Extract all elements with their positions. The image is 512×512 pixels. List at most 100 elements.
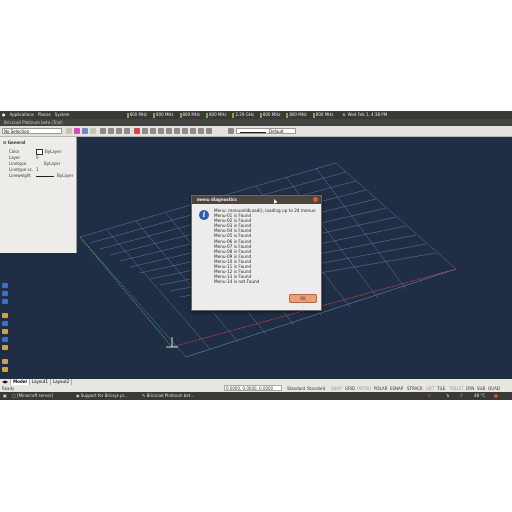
tool-icon[interactable] bbox=[182, 128, 188, 134]
status-snap[interactable]: SNAP bbox=[331, 385, 342, 392]
cpu-monitor: 800 MHz bbox=[203, 111, 229, 119]
status-ortho[interactable]: ORTHO bbox=[357, 385, 371, 392]
property-value[interactable]: 1 bbox=[36, 167, 39, 172]
tool-icon[interactable] bbox=[150, 128, 156, 134]
cpu-monitor: 800 MHz bbox=[310, 111, 336, 119]
layer-icon[interactable] bbox=[90, 128, 96, 134]
close-icon[interactable] bbox=[313, 197, 318, 202]
cpu-monitor: 800 MHz bbox=[177, 111, 203, 119]
property-value: ByLayer bbox=[57, 173, 74, 178]
property-label: Color bbox=[9, 149, 20, 154]
status-esnap[interactable]: ESNAP bbox=[390, 385, 403, 392]
show-desktop-icon[interactable]: ▣ bbox=[3, 392, 7, 400]
tool-icon[interactable] bbox=[206, 128, 212, 134]
cpu-monitor: 800 MHz bbox=[150, 111, 176, 119]
selection-dropdown[interactable]: No Selection bbox=[2, 128, 62, 134]
cpu-freq: 800 MHz bbox=[182, 112, 200, 117]
menu-system[interactable]: System bbox=[53, 111, 72, 119]
system-top-panel: ● Applications Places System 800 MHz 800… bbox=[0, 111, 512, 119]
lineweight-dropdown[interactable]: Default bbox=[236, 128, 296, 134]
tool-icon[interactable] bbox=[2, 367, 8, 372]
main-toolbar: No Selection Default bbox=[0, 126, 512, 137]
tool-icon[interactable] bbox=[198, 128, 204, 134]
status-dimstyle[interactable]: Standard bbox=[307, 385, 325, 392]
tool-icon[interactable] bbox=[2, 291, 8, 296]
cpu-monitor: 800 MHz bbox=[283, 111, 309, 119]
bottom-taskbar: ▣ ▢ [Minecraft server] ◉ Support for Bri… bbox=[0, 392, 512, 400]
y-axis-line bbox=[79, 236, 173, 348]
tool-icon[interactable] bbox=[2, 329, 8, 334]
task-minecraft-server[interactable]: ▢ [Minecraft server] bbox=[12, 392, 53, 400]
menu-places[interactable]: Places bbox=[36, 111, 53, 119]
lineweight-icon[interactable] bbox=[228, 128, 234, 134]
tool-icon[interactable] bbox=[2, 345, 8, 350]
cpu-freq: 2.29 GHz bbox=[235, 112, 254, 117]
tool-icon[interactable] bbox=[142, 128, 148, 134]
tool-icon[interactable] bbox=[190, 128, 196, 134]
status-tile[interactable]: TILE bbox=[437, 385, 445, 392]
wifi-icon[interactable]: ≋ bbox=[336, 111, 345, 119]
tool-icon[interactable] bbox=[108, 128, 114, 134]
ubuntu-logo-icon[interactable]: ● bbox=[0, 111, 8, 119]
task-label: [Minecraft server] bbox=[17, 393, 53, 398]
status-tablet[interactable]: TABLET bbox=[449, 385, 464, 392]
tool-icon[interactable] bbox=[166, 128, 172, 134]
status-lwt[interactable]: LWT bbox=[426, 385, 434, 392]
volume-icon[interactable]: ♪ bbox=[460, 392, 463, 400]
task-label: Bricscad Platinum bet... bbox=[146, 393, 195, 398]
temperature: 48 °C bbox=[474, 393, 486, 398]
property-label: Linetype sc. bbox=[9, 167, 34, 172]
tool-icon[interactable] bbox=[2, 299, 8, 304]
status-textstyle[interactable]: Standard bbox=[287, 385, 305, 392]
menu-diagnostics-dialog: menu diagnostics i Menu: menuonIdLoad(),… bbox=[191, 195, 322, 311]
status-dyn[interactable]: DYN bbox=[466, 385, 474, 392]
tool-icon[interactable] bbox=[116, 128, 122, 134]
task-support-bricsys[interactable]: ◉ Support for Bricsys pr... bbox=[76, 392, 128, 400]
tool-icon[interactable] bbox=[2, 337, 8, 342]
property-label: Linetype bbox=[9, 161, 27, 166]
status-grid[interactable]: GRID bbox=[345, 385, 355, 392]
menu-applications[interactable]: Applications bbox=[8, 111, 36, 119]
property-value-lineweight[interactable]: ByLayer bbox=[36, 173, 73, 178]
property-value[interactable]: 0 bbox=[36, 155, 39, 160]
properties-panel: ⊟ General Color ByLayer Layer 0 Linetype… bbox=[0, 137, 77, 253]
property-value-color[interactable]: ByLayer bbox=[36, 149, 61, 155]
left-toolbar bbox=[0, 281, 10, 381]
tool-icon[interactable] bbox=[2, 321, 8, 326]
blue-tool-icon[interactable] bbox=[82, 128, 88, 134]
tool-icon[interactable] bbox=[2, 283, 8, 288]
task-bricscad[interactable]: ✎ Bricscad Platinum bet... bbox=[142, 392, 194, 400]
cpu-freq: 800 MHz bbox=[315, 112, 334, 117]
red-tool-icon[interactable] bbox=[134, 128, 140, 134]
property-value[interactable]: ByLayer bbox=[44, 161, 60, 166]
ok-button[interactable]: OK bbox=[289, 294, 317, 303]
property-value: ByLayer bbox=[45, 149, 62, 154]
status-strack[interactable]: STRACK bbox=[407, 385, 423, 392]
tool-icon[interactable] bbox=[174, 128, 180, 134]
tool-icon[interactable] bbox=[100, 128, 106, 134]
status-quad[interactable]: QUAD bbox=[488, 385, 500, 392]
network-icon[interactable]: ⇅ bbox=[446, 392, 449, 400]
dialog-message: Menu: menuonIdLoad(), loading up to 24 m… bbox=[214, 208, 316, 284]
cpu-freq: 800 MHz bbox=[156, 112, 174, 117]
cpu-freq: 800 MHz bbox=[208, 112, 227, 117]
task-label: Support for Bricsys pr... bbox=[80, 393, 128, 398]
property-label: Layer bbox=[9, 155, 21, 160]
select-icon[interactable] bbox=[66, 128, 72, 134]
cpu-freq: 800 MHz bbox=[129, 112, 148, 117]
tool-icon[interactable] bbox=[158, 128, 164, 134]
status-polar[interactable]: POLAR bbox=[374, 385, 387, 392]
status-text: Ready bbox=[2, 386, 15, 391]
tool-icon[interactable] bbox=[2, 359, 8, 364]
status-sub[interactable]: SUB bbox=[477, 385, 485, 392]
dialog-title-text: menu diagnostics bbox=[197, 197, 237, 202]
properties-header: General bbox=[7, 140, 26, 145]
trash-icon[interactable]: ■ bbox=[494, 392, 498, 400]
cpu-monitor: 800 MHz bbox=[257, 111, 283, 119]
properties-group-general[interactable]: ⊟ General bbox=[0, 137, 76, 145]
tool-icon[interactable] bbox=[2, 313, 8, 318]
clock[interactable]: Wed Feb 1, 4:38 PM bbox=[346, 111, 388, 119]
power-icon[interactable]: ⏻ bbox=[428, 392, 431, 400]
magenta-tool-icon[interactable] bbox=[74, 128, 80, 134]
tool-icon[interactable] bbox=[124, 128, 130, 134]
